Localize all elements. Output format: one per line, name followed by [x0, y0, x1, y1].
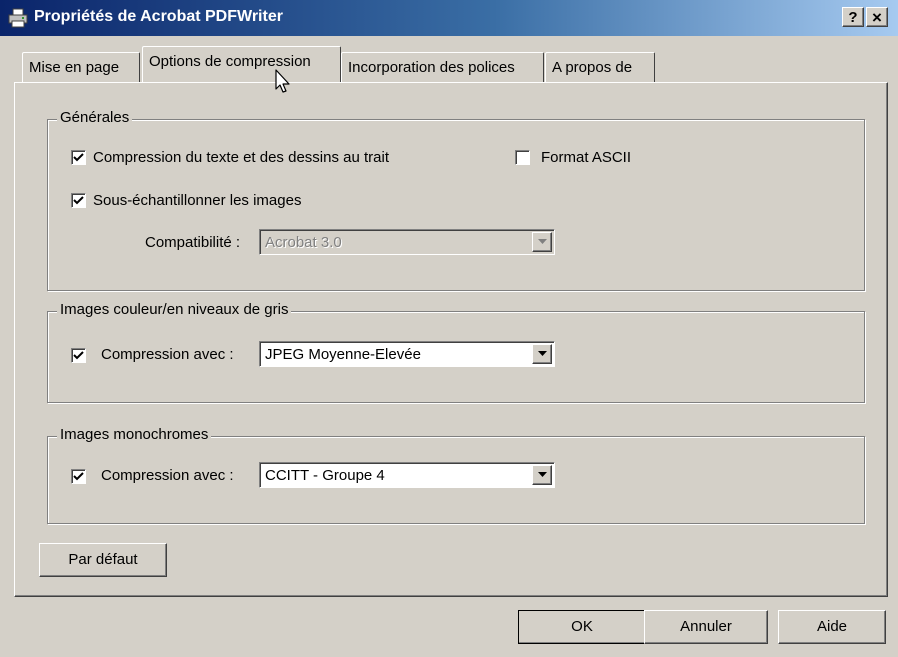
color-method-select[interactable]: JPEG Moyenne-Elevée: [259, 341, 555, 367]
group-images-couleur: Images couleur/en niveaux de gris Compre…: [47, 301, 865, 403]
compress-text-checkbox[interactable]: [71, 150, 86, 165]
group-generales: Générales Compression du texte et des de…: [47, 109, 865, 291]
checkmark-icon: [73, 196, 84, 205]
color-compress-label: Compression avec :: [101, 346, 234, 363]
color-compress-checkbox[interactable]: [71, 348, 86, 363]
dropdown-button[interactable]: [532, 232, 552, 252]
mono-compress-label: Compression avec :: [101, 467, 234, 484]
color-method-value: JPEG Moyenne-Elevée: [265, 346, 421, 363]
compress-text-label: Compression du texte et des dessins au t…: [93, 149, 389, 166]
help-button[interactable]: Aide: [778, 610, 886, 644]
tab-mise-en-page[interactable]: Mise en page: [22, 52, 140, 82]
printer-icon: [8, 8, 28, 28]
checkmark-icon: [73, 351, 84, 360]
tab-label: A propos de: [552, 59, 633, 76]
chevron-down-icon: [538, 472, 547, 477]
window-title: Propriétés de Acrobat PDFWriter: [34, 8, 283, 25]
mono-compress-checkbox[interactable]: [71, 469, 86, 484]
group-legend: Générales: [57, 109, 133, 126]
dropdown-button[interactable]: [532, 465, 552, 485]
group-legend: Images couleur/en niveaux de gris: [57, 301, 292, 318]
help-title-button[interactable]: ?: [842, 7, 864, 27]
ascii-format-label: Format ASCII: [541, 149, 632, 166]
title-bar[interactable]: Propriétés de Acrobat PDFWriter ? ×: [0, 0, 898, 36]
tab-label: Mise en page: [29, 59, 120, 76]
mouse-pointer-icon: [275, 69, 291, 99]
close-button[interactable]: ×: [866, 7, 888, 27]
ok-button[interactable]: OK: [518, 610, 646, 644]
chevron-down-icon: [538, 239, 547, 244]
tab-a-propos-de[interactable]: A propos de: [545, 52, 655, 82]
properties-dialog: Propriétés de Acrobat PDFWriter ? × Mise…: [0, 0, 898, 657]
tab-options-de-compression[interactable]: Options de compression: [142, 46, 341, 82]
compatibility-value: Acrobat 3.0: [265, 234, 342, 251]
compatibility-label: Compatibilité :: [145, 234, 241, 251]
compatibility-select[interactable]: Acrobat 3.0: [259, 229, 555, 255]
checkmark-icon: [73, 472, 84, 481]
mono-method-select[interactable]: CCITT - Groupe 4: [259, 462, 555, 488]
mono-method-value: CCITT - Groupe 4: [265, 467, 385, 484]
tab-label: Incorporation des polices: [348, 59, 515, 76]
tab-panel-compression: Générales Compression du texte et des de…: [14, 82, 888, 597]
downsample-checkbox[interactable]: [71, 193, 86, 208]
group-legend: Images monochromes: [57, 426, 212, 443]
group-images-monochromes: Images monochromes Compression avec : CC…: [47, 426, 865, 524]
ascii-format-checkbox[interactable]: [515, 150, 530, 165]
cancel-button[interactable]: Annuler: [644, 610, 768, 644]
checkmark-icon: [73, 153, 84, 162]
chevron-down-icon: [538, 351, 547, 356]
defaults-button[interactable]: Par défaut: [39, 543, 167, 577]
tab-label: Options de compression: [149, 53, 311, 70]
downsample-label: Sous-échantillonner les images: [93, 192, 302, 209]
dropdown-button[interactable]: [532, 344, 552, 364]
tab-incorporation-des-polices[interactable]: Incorporation des polices: [341, 52, 544, 82]
